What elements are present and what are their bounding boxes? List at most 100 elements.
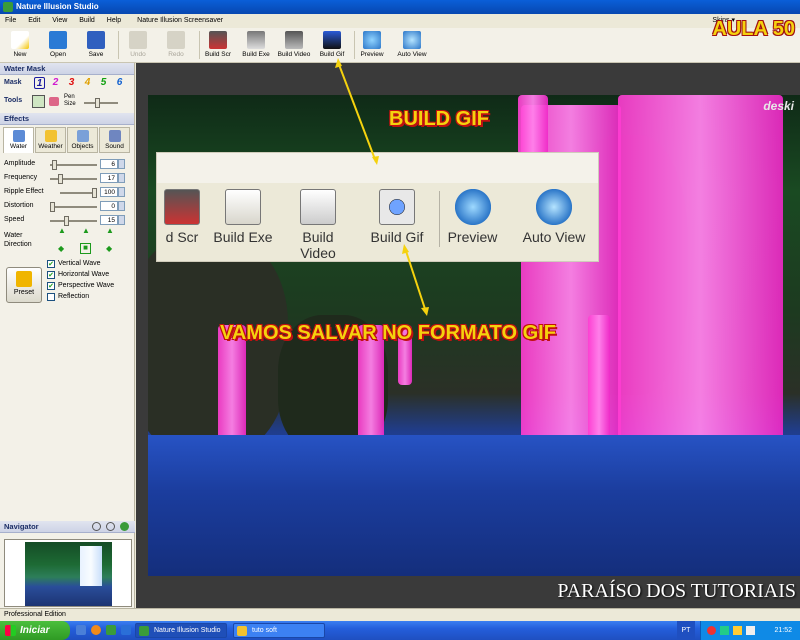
speed-spinner[interactable]: [118, 215, 125, 225]
ripple-effect-spinner[interactable]: [118, 187, 125, 197]
tray-icon[interactable]: [707, 626, 716, 635]
pen-tool-icon[interactable]: [32, 95, 45, 108]
zoom-build-exe-label: Build Exe: [213, 229, 273, 245]
menu-screensaver[interactable]: Nature Illusion Screensaver: [132, 14, 228, 28]
system-tray: PT 21:52: [677, 621, 800, 640]
ripple-effect-input[interactable]: 100: [100, 187, 118, 197]
tab-weather[interactable]: Weather: [35, 127, 66, 153]
build-exe-icon: [225, 189, 261, 225]
preview-button[interactable]: Preview: [352, 30, 392, 62]
build-scr-button[interactable]: Build Scr: [198, 30, 238, 62]
undo-button[interactable]: Undo: [118, 30, 158, 62]
frequency-slider[interactable]: [50, 174, 97, 184]
zoom-in-icon[interactable]: [106, 522, 115, 531]
menu-build[interactable]: Build: [74, 14, 100, 28]
annotation-save-gif: VAMOS SALVAR NO FORMATO GIF: [220, 322, 556, 344]
perspective-wave-checkbox[interactable]: ✔ Perspective Wave: [47, 281, 114, 292]
navigator-thumbnail[interactable]: [4, 539, 132, 607]
menu-view[interactable]: View: [47, 14, 72, 28]
task-tuto-soft[interactable]: tuto soft: [233, 623, 325, 638]
arrow-center-icon[interactable]: ■: [80, 243, 91, 254]
window-titlebar[interactable]: Nature Illusion Studio: [0, 0, 800, 14]
deski-logo: deski: [763, 99, 794, 113]
new-button[interactable]: New: [0, 30, 40, 62]
vertical-wave-checkbox[interactable]: ✔ Vertical Wave: [47, 259, 114, 270]
mask-3-button[interactable]: 3: [66, 77, 77, 89]
water-direction-label: Water Direction: [4, 232, 32, 248]
quicklaunch-desktop-icon[interactable]: [76, 625, 86, 635]
preset-label: Preset: [13, 289, 35, 296]
annotation-build-gif: BUILD GIF: [389, 108, 489, 130]
arrow-up-right-icon[interactable]: ▲: [106, 227, 114, 235]
tab-water[interactable]: Water: [3, 127, 34, 153]
waterfall-mask-top: [518, 95, 548, 155]
menu-edit[interactable]: Edit: [23, 14, 45, 28]
vertical-wave-label: Vertical Wave: [58, 260, 101, 267]
task-nature-illusion[interactable]: Nature Illusion Studio: [135, 623, 227, 638]
zoom-auto-view-button: Auto View: [519, 189, 589, 249]
amplitude-input[interactable]: 6: [100, 159, 118, 169]
horizontal-wave-label: Horizontal Wave: [58, 271, 110, 278]
distortion-input[interactable]: 0: [100, 201, 118, 211]
tab-sound[interactable]: Sound: [99, 127, 130, 153]
distortion-slider[interactable]: [50, 202, 97, 212]
nature-illusion-task-icon: [139, 626, 149, 636]
pen-size-slider[interactable]: [84, 98, 118, 108]
speed-slider[interactable]: [50, 216, 97, 226]
checkbox-empty-icon: [47, 293, 55, 301]
arrow-up-left-icon[interactable]: ▲: [58, 227, 66, 235]
zoom-out-icon[interactable]: [92, 522, 101, 531]
reflection-checkbox[interactable]: Reflection: [47, 292, 114, 303]
mask-1-button[interactable]: 1: [34, 77, 45, 89]
tray-icon[interactable]: [746, 626, 755, 635]
mask-4-button[interactable]: 4: [82, 77, 93, 89]
horizontal-wave-checkbox[interactable]: ✔ Horizontal Wave: [47, 270, 114, 281]
menu-file[interactable]: File: [0, 14, 21, 28]
quicklaunch-firefox-icon[interactable]: [91, 625, 101, 635]
clock: 21:52: [774, 627, 792, 634]
folder-icon: [237, 626, 247, 636]
undo-icon: [129, 31, 147, 49]
zoom-build-scr-button: d Scr: [157, 189, 212, 249]
arrow-up-icon[interactable]: ▲: [82, 227, 90, 235]
pen-size-label: Pen Size: [64, 94, 76, 107]
preset-button[interactable]: Preset: [6, 267, 42, 303]
frequency-input[interactable]: 17: [100, 173, 118, 183]
arrow-left-icon[interactable]: ◆: [58, 245, 66, 253]
ripple-effect-slider[interactable]: [60, 188, 97, 198]
amplitude-spinner[interactable]: [118, 159, 125, 169]
zoom-build-gif-label: Build Gif: [370, 229, 424, 245]
mask-6-button[interactable]: 6: [114, 77, 125, 89]
tray-icon[interactable]: [720, 626, 729, 635]
open-folder-icon: [49, 31, 67, 49]
arrow-right-icon[interactable]: ◆: [106, 245, 114, 253]
amplitude-slider[interactable]: [50, 160, 97, 170]
menu-help[interactable]: Help: [102, 14, 126, 28]
build-gif-button[interactable]: Build Gif: [312, 30, 352, 62]
auto-view-icon: [403, 31, 421, 49]
auto-view-button[interactable]: Auto View: [392, 30, 432, 62]
distortion-spinner[interactable]: [118, 201, 125, 211]
tab-objects[interactable]: Objects: [67, 127, 98, 153]
build-exe-button[interactable]: Build Exe: [236, 30, 276, 62]
save-button[interactable]: Save: [76, 30, 116, 62]
open-button[interactable]: Open: [38, 30, 78, 62]
redo-button[interactable]: Redo: [156, 30, 196, 62]
speed-input[interactable]: 15: [100, 215, 118, 225]
zoom-fit-icon[interactable]: [120, 522, 129, 531]
waterfall-mask-thin: [588, 315, 610, 445]
mask-2-button[interactable]: 2: [50, 77, 61, 89]
water-direction-row: Water Direction ▲ ▲ ▲ ◆ ■ ◆: [0, 227, 134, 259]
tray-icon[interactable]: [733, 626, 742, 635]
eraser-tool-icon[interactable]: [49, 97, 59, 106]
quicklaunch-ie-icon[interactable]: [121, 625, 131, 635]
quicklaunch-app-icon[interactable]: [106, 625, 116, 635]
navigator-preview-image: [25, 542, 112, 606]
frequency-spinner[interactable]: [118, 173, 125, 183]
task-nature-illusion-label: Nature Illusion Studio: [154, 627, 221, 634]
mask-5-button[interactable]: 5: [98, 77, 109, 89]
start-button[interactable]: Iniciar: [0, 621, 70, 640]
build-video-button[interactable]: Build Video: [274, 30, 314, 62]
language-indicator[interactable]: PT: [677, 621, 695, 640]
build-video-label: Build Video: [277, 51, 311, 58]
